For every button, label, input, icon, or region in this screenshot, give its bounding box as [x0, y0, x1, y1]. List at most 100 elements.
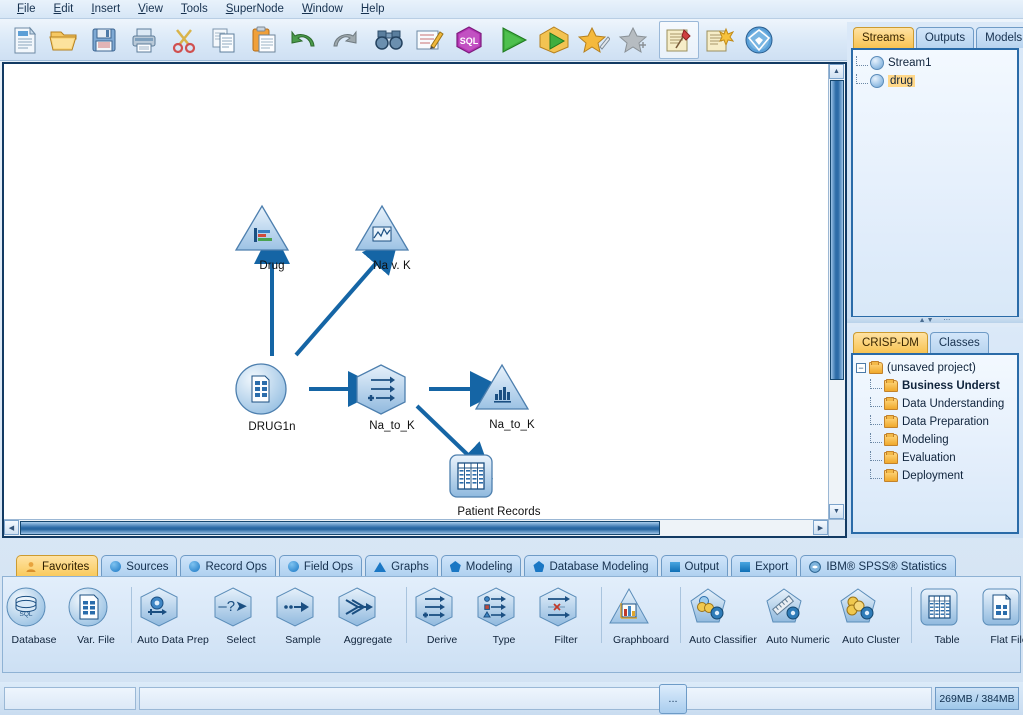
palette-tab-record-ops[interactable]: Record Ops: [180, 555, 275, 577]
vscroll-thumb[interactable]: [830, 80, 844, 380]
menu-item-file[interactable]: File: [8, 2, 45, 17]
palette-item-auto-numeric[interactable]: Auto Numeric: [761, 585, 835, 646]
palette-tab-database-modeling[interactable]: Database Modeling: [524, 555, 657, 577]
print-icon[interactable]: [124, 21, 164, 59]
palette-tab-favorites[interactable]: Favorites: [16, 555, 98, 577]
sql-hexagon-icon[interactable]: SQL: [449, 21, 489, 59]
scroll-corner: [828, 519, 845, 536]
palette-divider: [131, 587, 132, 643]
palette-item-table[interactable]: Table: [916, 585, 978, 646]
project-tree[interactable]: − (unsaved project) Business Underst Dat…: [851, 353, 1019, 534]
canvas-vertical-scrollbar[interactable]: ▲ ▼: [828, 64, 845, 519]
palette-item-type[interactable]: Type: [473, 585, 535, 646]
svg-text:SQL: SQL: [19, 611, 32, 618]
svg-text:–?➤: –?➤: [218, 598, 247, 615]
palette-item-label: Flat File: [978, 634, 1023, 646]
gray-star-icon[interactable]: [614, 21, 654, 59]
tree-item[interactable]: Data Preparation: [856, 413, 1014, 431]
edit-note-icon[interactable]: [409, 21, 449, 59]
palette-tab-output[interactable]: Output: [661, 555, 729, 577]
status-center-field: ...: [139, 687, 932, 710]
stream-comment-pin-icon[interactable]: [659, 21, 699, 59]
menu-item-tools[interactable]: Tools: [172, 2, 217, 17]
menu-item-view[interactable]: View: [129, 2, 172, 17]
canvas-node-drug[interactable]: Drug: [232, 202, 312, 272]
tab-crisp-dm[interactable]: CRISP-DM: [853, 332, 928, 353]
open-folder-icon[interactable]: [44, 21, 84, 59]
scroll-left-arrow-icon[interactable]: ◀: [4, 520, 19, 535]
palette-item-filter[interactable]: Filter: [535, 585, 597, 646]
tree-line: [870, 451, 882, 461]
tree-item[interactable]: Deployment: [856, 467, 1014, 485]
spss-icon: [809, 561, 821, 573]
list-item[interactable]: drug: [856, 72, 1014, 90]
menu-item-help[interactable]: Help: [352, 2, 394, 17]
hscroll-thumb[interactable]: [20, 521, 660, 535]
palette-item-flat-file[interactable]: Flat File: [978, 585, 1023, 646]
palette-item-select[interactable]: –?➤ Select: [210, 585, 272, 646]
tab-streams[interactable]: Streams: [853, 27, 914, 48]
ibm-diamond-icon[interactable]: [739, 21, 779, 59]
undo-arrow-icon[interactable]: [284, 21, 324, 59]
palette-tab-field-ops[interactable]: Field Ops: [279, 555, 362, 577]
scroll-up-arrow-icon[interactable]: ▲: [829, 64, 844, 79]
tree-item[interactable]: Evaluation: [856, 449, 1014, 467]
stream-canvas[interactable]: Drug Na v. K: [4, 64, 828, 519]
scroll-right-arrow-icon[interactable]: ▶: [813, 520, 828, 535]
palette-item-var-file[interactable]: Var. File: [65, 585, 127, 646]
panel-splitter[interactable]: ▲▼ ⋯: [847, 317, 1023, 323]
status-more-button[interactable]: ...: [659, 684, 687, 714]
palette-item-derive[interactable]: Derive: [411, 585, 473, 646]
tree-item[interactable]: Business Underst: [856, 377, 1014, 395]
circle-node-icon: [189, 561, 200, 572]
cut-scissors-icon[interactable]: [164, 21, 204, 59]
palette-item-graphboard[interactable]: Graphboard: [606, 585, 676, 646]
copy-icon[interactable]: [204, 21, 244, 59]
list-item[interactable]: Stream1: [856, 54, 1014, 72]
run-selection-icon[interactable]: [534, 21, 574, 59]
palette-tab-graphs[interactable]: Graphs: [365, 555, 438, 577]
tab-models[interactable]: Models: [976, 27, 1023, 48]
save-floppy-icon[interactable]: [84, 21, 124, 59]
binoculars-search-icon[interactable]: [369, 21, 409, 59]
tab-outputs[interactable]: Outputs: [916, 27, 974, 48]
palette-item-auto-data-prep[interactable]: Auto Data Prep: [136, 585, 210, 646]
new-note-icon[interactable]: [699, 21, 739, 59]
add-favorite-star-icon[interactable]: [574, 21, 614, 59]
menu-item-insert[interactable]: Insert: [82, 2, 129, 17]
folder-icon: [884, 452, 898, 464]
paste-clipboard-icon[interactable]: [244, 21, 284, 59]
tab-classes[interactable]: Classes: [930, 332, 989, 353]
tree-line: [870, 433, 882, 443]
tree-item[interactable]: Data Understanding: [856, 395, 1014, 413]
canvas-node-na-to-k-histogram[interactable]: Na_to_K: [472, 361, 552, 431]
palette-tab-ibm-spss-statistics[interactable]: IBM® SPSS® Statistics: [800, 555, 955, 577]
palette-tab-sources[interactable]: Sources: [101, 555, 177, 577]
canvas-horizontal-scrollbar[interactable]: ◀ ▶: [4, 519, 828, 536]
tree-item[interactable]: Modeling: [856, 431, 1014, 449]
palette-item-auto-cluster[interactable]: Auto Cluster: [835, 585, 907, 646]
tree-root[interactable]: − (unsaved project): [856, 359, 1014, 377]
new-stream-icon[interactable]: [4, 21, 44, 59]
menu-item-edit[interactable]: Edit: [45, 2, 83, 17]
palette-item-label: Sample: [272, 634, 334, 646]
run-stream-icon[interactable]: [494, 21, 534, 59]
palette-item-aggregate[interactable]: Aggregate: [334, 585, 402, 646]
palette-item-sample[interactable]: Sample: [272, 585, 334, 646]
collapse-icon[interactable]: −: [856, 363, 866, 373]
palette-item-auto-classifier[interactable]: Auto Classifier: [685, 585, 761, 646]
streams-list[interactable]: Stream1 drug: [851, 48, 1019, 318]
scroll-down-arrow-icon[interactable]: ▼: [829, 504, 844, 519]
menu-item-window[interactable]: Window: [293, 2, 352, 17]
menu-item-supernode[interactable]: SuperNode: [217, 2, 293, 17]
redo-arrow-icon[interactable]: [324, 21, 364, 59]
canvas-node-na-v-k[interactable]: Na v. K: [352, 202, 432, 272]
node-label: DRUG1n: [232, 421, 312, 433]
palette-tab-modeling[interactable]: Modeling: [441, 555, 522, 577]
palette-tab-export[interactable]: Export: [731, 555, 797, 577]
palette-item-database[interactable]: SQL Database: [3, 585, 65, 646]
palette-item-label: Aggregate: [334, 634, 402, 646]
canvas-node-drug1n[interactable]: DRUG1n: [232, 361, 312, 433]
canvas-node-patient-records[interactable]: Patient Records: [444, 452, 554, 518]
canvas-node-na-to-k-derive[interactable]: Na_to_K: [352, 362, 432, 432]
